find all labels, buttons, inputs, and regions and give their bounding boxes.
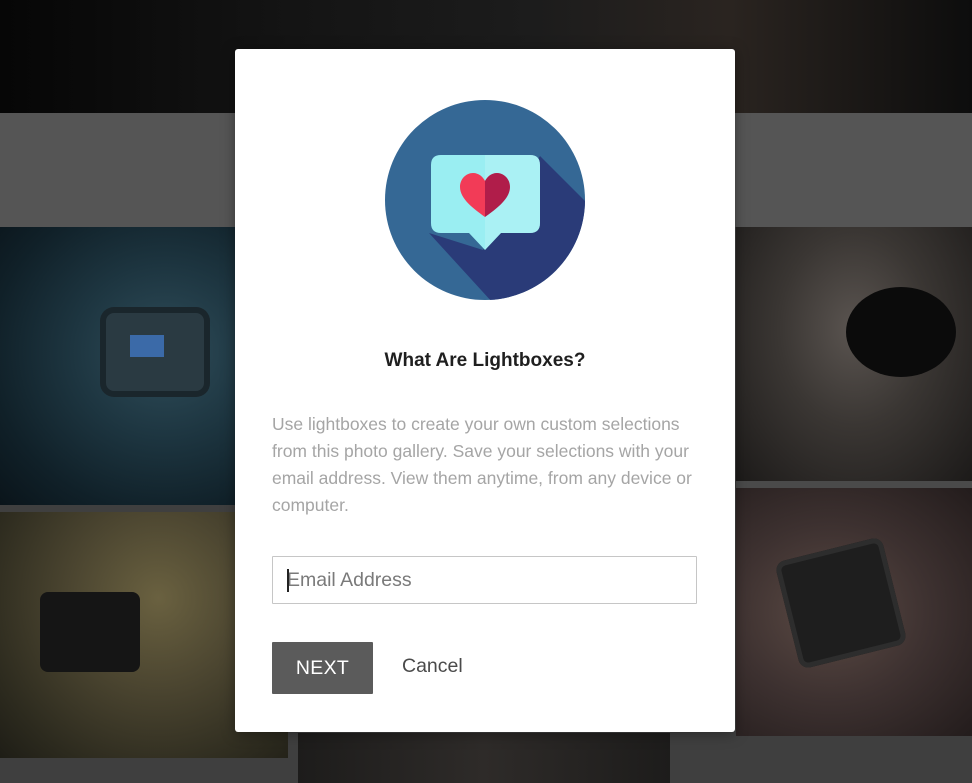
next-button[interactable]: NEXT bbox=[272, 642, 373, 694]
modal-description: Use lightboxes to create your own custom… bbox=[272, 414, 692, 515]
cancel-link[interactable]: Cancel bbox=[402, 655, 463, 678]
lightbox-modal: What Are Lightboxes? Use lightboxes to c… bbox=[235, 49, 735, 732]
gallery-photo-photographer bbox=[736, 227, 972, 481]
modal-title: What Are Lightboxes? bbox=[384, 350, 586, 371]
gallery-gap bbox=[736, 481, 972, 488]
text-cursor bbox=[287, 569, 289, 592]
gallery-photo-thrown-camera bbox=[736, 488, 972, 736]
gallery-photo-underwater-camera bbox=[0, 227, 236, 505]
gallery-photo-bottom bbox=[298, 733, 670, 783]
email-address-input[interactable] bbox=[272, 556, 697, 604]
lightbox-heart-speech-bubble-icon bbox=[385, 100, 585, 300]
